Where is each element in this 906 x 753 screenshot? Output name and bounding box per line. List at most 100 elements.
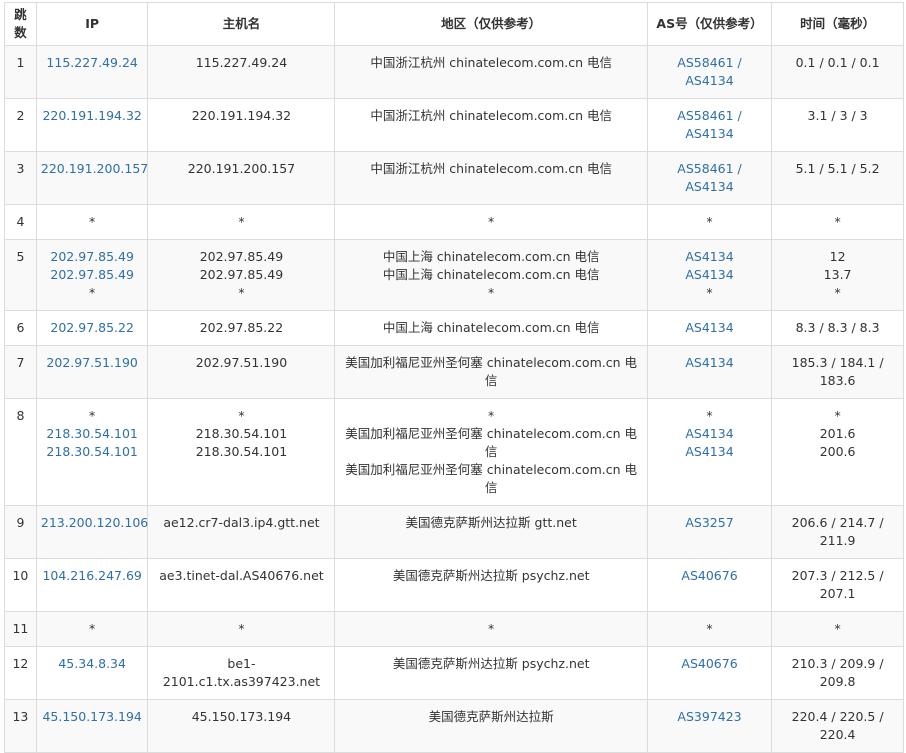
- cell-ip: 220.191.194.32: [35, 98, 149, 152]
- as-link[interactable]: AS58461 /: [652, 107, 767, 125]
- cell-hostname: *: [147, 611, 336, 647]
- as-link[interactable]: AS3257: [652, 514, 767, 532]
- cell-hostname: 202.97.85.49 202.97.85.49 *: [147, 239, 336, 311]
- as-link[interactable]: AS40676: [652, 655, 767, 673]
- as-link[interactable]: AS4134: [652, 425, 767, 443]
- cell-hop: 7: [4, 345, 37, 399]
- cell-hop: 13: [4, 699, 37, 753]
- cell-time: * 201.6 200.6: [771, 398, 904, 506]
- cell-time-line: 220.4 / 220.5 /: [791, 709, 884, 724]
- cell-ip: 202.97.51.190: [35, 345, 149, 399]
- table-row: 6 202.97.85.22 202.97.85.22 中国上海 chinatelec…: [4, 310, 904, 346]
- cell-as-line: *: [706, 408, 713, 423]
- cell-location: 美国加利福尼亚州圣何塞 chinatelecom.com.cn 电信: [334, 345, 648, 399]
- cell-ip-line: *: [89, 408, 96, 423]
- cell-ip: *: [35, 611, 149, 647]
- cell-as: AS4134 AS4134 *: [646, 239, 773, 311]
- cell-location: 中国上海 chinatelecom.com.cn 电信 中国上海 chinatel…: [334, 239, 648, 311]
- as-link[interactable]: AS58461 /: [652, 54, 767, 72]
- as-link[interactable]: AS4134: [652, 178, 767, 196]
- cell-hop: 6: [4, 310, 37, 346]
- cell-ip: 45.34.8.34: [35, 646, 149, 700]
- as-link[interactable]: AS4134: [652, 125, 767, 143]
- table-row: 9 213.200.120.106 ae12.cr7-dal3.ip4.gtt.ne…: [4, 505, 904, 559]
- ip-link[interactable]: 202.97.85.22: [41, 319, 144, 337]
- cell-location-line: 中国浙江杭州 chinatelecom.com.cn 电信: [370, 108, 612, 123]
- cell-time-line: *: [834, 285, 841, 300]
- as-link[interactable]: AS4134: [652, 443, 767, 461]
- table-row: 13 45.150.173.194 45.150.173.194 美国德克萨斯州达拉斯…: [4, 699, 904, 753]
- ip-link[interactable]: 218.30.54.101: [41, 443, 144, 461]
- ip-link[interactable]: 220.191.200.157: [41, 160, 148, 178]
- cell-hop: 8: [4, 398, 37, 506]
- cell-time-line: 8.3 / 8.3 / 8.3: [795, 320, 880, 335]
- cell-hostname-line: 45.150.173.194: [191, 709, 292, 724]
- cell-time-line: 13.7: [823, 267, 852, 282]
- cell-time: 206.6 / 214.7 / 211.9: [771, 505, 904, 559]
- as-link[interactable]: AS397423: [652, 708, 767, 726]
- cell-hop: 1: [4, 45, 37, 99]
- ip-link[interactable]: 45.150.173.194: [41, 708, 144, 726]
- cell-as: AS40676: [646, 558, 773, 612]
- ip-link[interactable]: 202.97.85.49: [41, 248, 144, 266]
- cell-time: 185.3 / 184.1 / 183.6: [771, 345, 904, 399]
- cell-hop: 11: [4, 611, 37, 647]
- cell-ip-line: *: [89, 285, 96, 300]
- header-hop: 跳 数: [4, 2, 37, 46]
- cell-time: *: [771, 204, 904, 240]
- cell-hostname-line: *: [238, 621, 245, 636]
- cell-as: AS4134: [646, 345, 773, 399]
- ip-link[interactable]: 202.97.85.49: [41, 266, 144, 284]
- cell-hostname: 202.97.85.22: [147, 310, 336, 346]
- cell-hostname: ae3.tinet-dal.AS40676.net: [147, 558, 336, 612]
- header-hostname: 主机名: [147, 2, 336, 46]
- table-row: 11 * * * * *: [4, 611, 904, 647]
- cell-time-line: 183.6: [819, 373, 856, 388]
- as-link[interactable]: AS4134: [652, 248, 767, 266]
- cell-hop: 4: [4, 204, 37, 240]
- cell-hostname-line: 202.97.85.49: [199, 249, 284, 264]
- ip-link[interactable]: 220.191.194.32: [41, 107, 144, 125]
- cell-time-line: 207.3 / 212.5 /: [791, 568, 884, 583]
- cell-location-line: 中国浙江杭州 chinatelecom.com.cn 电信: [370, 55, 612, 70]
- ip-link[interactable]: 115.227.49.24: [41, 54, 144, 72]
- cell-ip-line: *: [89, 621, 96, 636]
- cell-hostname-line: *: [238, 408, 245, 423]
- cell-location-line: 美国加利福尼亚州圣何塞 chinatelecom.com.cn 电: [345, 426, 637, 441]
- ip-link[interactable]: 202.97.51.190: [41, 354, 144, 372]
- cell-ip: 213.200.120.106: [35, 505, 149, 559]
- cell-as: AS3257: [646, 505, 773, 559]
- as-link[interactable]: AS4134: [652, 72, 767, 90]
- cell-hostname-line: 218.30.54.101: [195, 426, 288, 441]
- cell-as: AS40676: [646, 646, 773, 700]
- cell-ip: * 218.30.54.101 218.30.54.101: [35, 398, 149, 506]
- as-link[interactable]: AS4134: [652, 354, 767, 372]
- cell-time-line: 185.3 / 184.1 /: [791, 355, 884, 370]
- cell-hostname: 220.191.200.157: [147, 151, 336, 205]
- cell-time: 8.3 / 8.3 / 8.3: [771, 310, 904, 346]
- as-link[interactable]: AS4134: [652, 319, 767, 337]
- cell-as: *: [646, 611, 773, 647]
- cell-time: 12 13.7 *: [771, 239, 904, 311]
- as-link[interactable]: AS40676: [652, 567, 767, 585]
- as-link[interactable]: AS4134: [652, 266, 767, 284]
- ip-link[interactable]: 218.30.54.101: [41, 425, 144, 443]
- ip-link[interactable]: 213.200.120.106: [41, 514, 148, 532]
- cell-location-line: 美国加利福尼亚州圣何塞 chinatelecom.com.cn 电: [345, 355, 637, 370]
- cell-hostname: * 218.30.54.101 218.30.54.101: [147, 398, 336, 506]
- cell-time: 3.1 / 3 / 3: [771, 98, 904, 152]
- cell-as: AS58461 /AS4134: [646, 151, 773, 205]
- cell-hostname-line: 202.97.51.190: [195, 355, 288, 370]
- cell-time-line: 206.6 / 214.7 /: [791, 515, 884, 530]
- ip-link[interactable]: 45.34.8.34: [41, 655, 144, 673]
- cell-hop: 10: [4, 558, 37, 612]
- cell-time-line: *: [834, 621, 841, 636]
- cell-time: 210.3 / 209.9 / 209.8: [771, 646, 904, 700]
- as-link[interactable]: AS58461 /: [652, 160, 767, 178]
- cell-time-line: 220.4: [819, 727, 856, 742]
- ip-link[interactable]: 104.216.247.69: [41, 567, 144, 585]
- table-row: 2 220.191.194.32 220.191.194.32 中国浙江杭州 chin…: [4, 98, 904, 152]
- cell-hostname: *: [147, 204, 336, 240]
- cell-location: * 美国加利福尼亚州圣何塞 chinatelecom.com.cn 电信美国加利福…: [334, 398, 648, 506]
- table-body: 1 115.227.49.24 115.227.49.24 中国浙江杭州 chinat…: [4, 45, 904, 753]
